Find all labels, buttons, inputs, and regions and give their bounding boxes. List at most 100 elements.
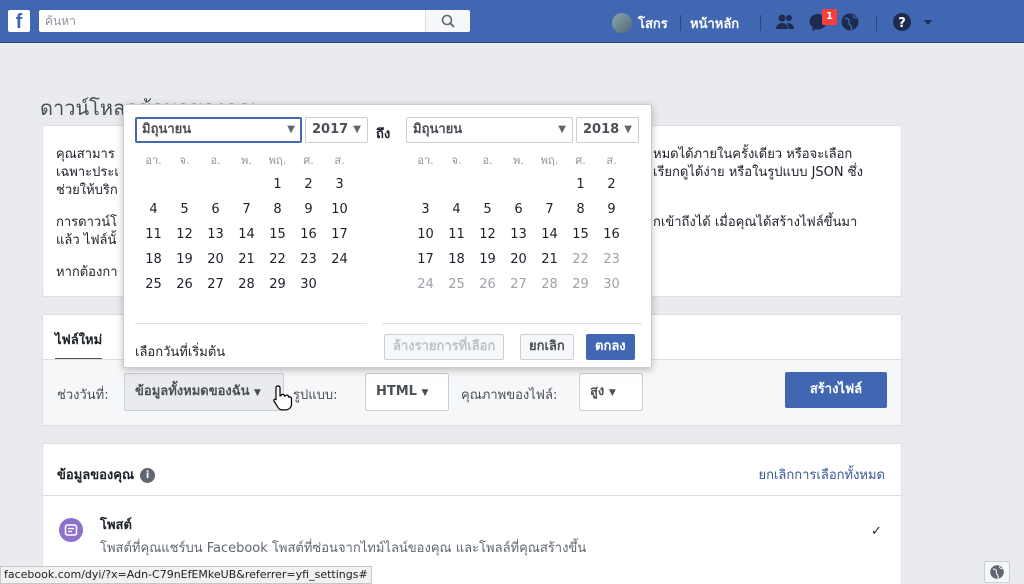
- calendar-week: 17 18 19 20 21 22 23: [410, 249, 628, 274]
- language-button[interactable]: [984, 561, 1010, 583]
- calendar-day[interactable]: 24: [324, 252, 355, 267]
- calendar-day[interactable]: 19: [169, 252, 200, 267]
- end-month-select[interactable]: มิถุนายน ▼: [406, 117, 573, 143]
- calendar-day[interactable]: 9: [293, 202, 324, 217]
- posts-icon: [59, 518, 83, 542]
- calendar-day[interactable]: 20: [503, 252, 534, 267]
- calendar-day[interactable]: 3: [410, 202, 441, 217]
- calendar-day[interactable]: 16: [596, 227, 627, 242]
- tab-new-file[interactable]: ไฟล์ใหม่: [55, 329, 103, 361]
- globe-icon[interactable]: [840, 12, 860, 32]
- avatar[interactable]: [612, 13, 632, 33]
- search-button[interactable]: [425, 10, 470, 32]
- calendar-day[interactable]: 1: [262, 177, 293, 192]
- chevron-down-icon: ▼: [608, 388, 616, 398]
- end-year-select[interactable]: 2018 ▼: [576, 117, 639, 143]
- calendar-day[interactable]: 27: [200, 277, 231, 292]
- calendar-day[interactable]: 28: [231, 277, 262, 292]
- calendar-day[interactable]: 26: [169, 277, 200, 292]
- calendar-day[interactable]: 5: [169, 202, 200, 217]
- calendar-day[interactable]: 13: [200, 227, 231, 242]
- intro-text: กเข้าถึงได้ เมื่อคุณได้สร้างไฟล์ขึ้นมา: [653, 215, 858, 230]
- clear-selection-button[interactable]: ล้างรายการที่เลือก: [384, 334, 505, 360]
- calendar-day[interactable]: 14: [534, 227, 565, 242]
- calendar-day[interactable]: 13: [503, 227, 534, 242]
- calendar-day[interactable]: 14: [231, 227, 262, 242]
- format-dropdown[interactable]: HTML ▼: [365, 373, 449, 411]
- quality-dropdown[interactable]: สูง ▼: [579, 373, 643, 411]
- calendar-day[interactable]: 17: [410, 252, 441, 267]
- your-information-title-text: ข้อมูลของคุณ: [57, 468, 135, 483]
- calendar-day[interactable]: 20: [200, 252, 231, 267]
- cancel-button[interactable]: ยกเลิก: [520, 334, 574, 360]
- deselect-all-link[interactable]: ยกเลิกการเลือกทั้งหมด: [758, 464, 885, 485]
- intro-text: หมดได้ภายในครั้งเดียว หรือจะเลือก: [653, 147, 853, 162]
- start-year-value: 2017: [312, 122, 349, 137]
- calendar-day[interactable]: 22: [262, 252, 293, 267]
- calendar-day[interactable]: 8: [565, 202, 596, 217]
- calendar-day[interactable]: 6: [503, 202, 534, 217]
- calendar-week: 18 19 20 21 22 23 24: [138, 249, 356, 274]
- calendar-day[interactable]: 29: [262, 277, 293, 292]
- home-link[interactable]: หน้าหลัก: [690, 13, 739, 34]
- quality-label: คุณภาพของไฟล์:: [461, 388, 558, 403]
- intro-text: เรียกดูได้ง่าย หรือในรูปแบบ JSON ซึ่ง: [653, 165, 863, 180]
- chevron-down-icon[interactable]: [922, 12, 934, 32]
- posts-checkbox[interactable]: ✓: [871, 524, 882, 539]
- info-icon[interactable]: i: [140, 468, 156, 483]
- calendar-day[interactable]: 6: [200, 202, 231, 217]
- calendar-day[interactable]: 23: [293, 252, 324, 267]
- calendar-day[interactable]: 18: [138, 252, 169, 267]
- start-year-select[interactable]: 2017 ▼: [305, 117, 368, 143]
- hand-cursor-icon: [273, 385, 293, 411]
- calendar-day[interactable]: 7: [231, 202, 262, 217]
- calendar-day[interactable]: 1: [565, 177, 596, 192]
- calendar-day[interactable]: 11: [441, 227, 472, 242]
- weekday-label: จ.: [451, 154, 462, 167]
- calendar-day[interactable]: 4: [138, 202, 169, 217]
- calendar-day[interactable]: 5: [472, 202, 503, 217]
- start-month-select[interactable]: มิถุนายน ▼: [135, 117, 302, 143]
- calendar-week: 11 12 13 14 15 16 17: [138, 224, 356, 249]
- calendar-day[interactable]: 2: [596, 177, 627, 192]
- chevron-down-icon: ▼: [287, 124, 295, 135]
- calendar-day[interactable]: 25: [138, 277, 169, 292]
- calendar-day[interactable]: 16: [293, 227, 324, 242]
- calendar-day[interactable]: 18: [441, 252, 472, 267]
- help-icon[interactable]: ?: [892, 12, 912, 32]
- chevron-down-icon: ▼: [421, 388, 429, 398]
- calendar-day[interactable]: 21: [231, 252, 262, 267]
- calendar-day[interactable]: 9: [596, 202, 627, 217]
- calendar-day[interactable]: 10: [324, 202, 355, 217]
- calendar-day[interactable]: 17: [324, 227, 355, 242]
- end-calendar: อา. จ. อ. พ. พฤ. ศ. ส. 1 2 3 4 5 6 7 8 9 10 11 12 13 14 15 16 1…: [410, 149, 628, 299]
- status-bar-url: facebook.com/dyi/?x=Adn-C79nEfEMkeUB&ref…: [0, 566, 372, 584]
- profile-link[interactable]: โสกร: [638, 13, 668, 34]
- calendar-day[interactable]: 30: [293, 277, 324, 292]
- calendar-day[interactable]: 4: [441, 202, 472, 217]
- calendar-day[interactable]: 12: [169, 227, 200, 242]
- calendar-day[interactable]: 21: [534, 252, 565, 267]
- calendar-day[interactable]: 15: [565, 227, 596, 242]
- calendar-week: 4 5 6 7 8 9 10: [138, 199, 356, 224]
- start-month-value: มิถุนายน: [142, 122, 192, 137]
- ok-button[interactable]: ตกลง: [586, 334, 635, 360]
- calendar-day[interactable]: 2: [293, 177, 324, 192]
- calendar-day[interactable]: 11: [138, 227, 169, 242]
- globe-icon: [990, 565, 1004, 579]
- calendar-day[interactable]: 12: [472, 227, 503, 242]
- friend-requests-icon[interactable]: [775, 12, 795, 32]
- weekday-label: ส.: [606, 154, 617, 167]
- calendar-day[interactable]: 15: [262, 227, 293, 242]
- create-file-button[interactable]: สร้างไฟล์: [785, 372, 887, 408]
- calendar-day[interactable]: 8: [262, 202, 293, 217]
- divider: [43, 495, 901, 496]
- end-month-value: มิถุนายน: [413, 122, 463, 137]
- calendar-day[interactable]: 7: [534, 202, 565, 217]
- calendar-day[interactable]: 10: [410, 227, 441, 242]
- search-input[interactable]: ค้นหา: [39, 10, 425, 32]
- calendar-day[interactable]: 3: [324, 177, 355, 192]
- date-range-dropdown[interactable]: ข้อมูลทั้งหมดของฉัน ▼: [124, 373, 284, 411]
- calendar-day[interactable]: 19: [472, 252, 503, 267]
- facebook-logo-icon[interactable]: f: [8, 10, 30, 33]
